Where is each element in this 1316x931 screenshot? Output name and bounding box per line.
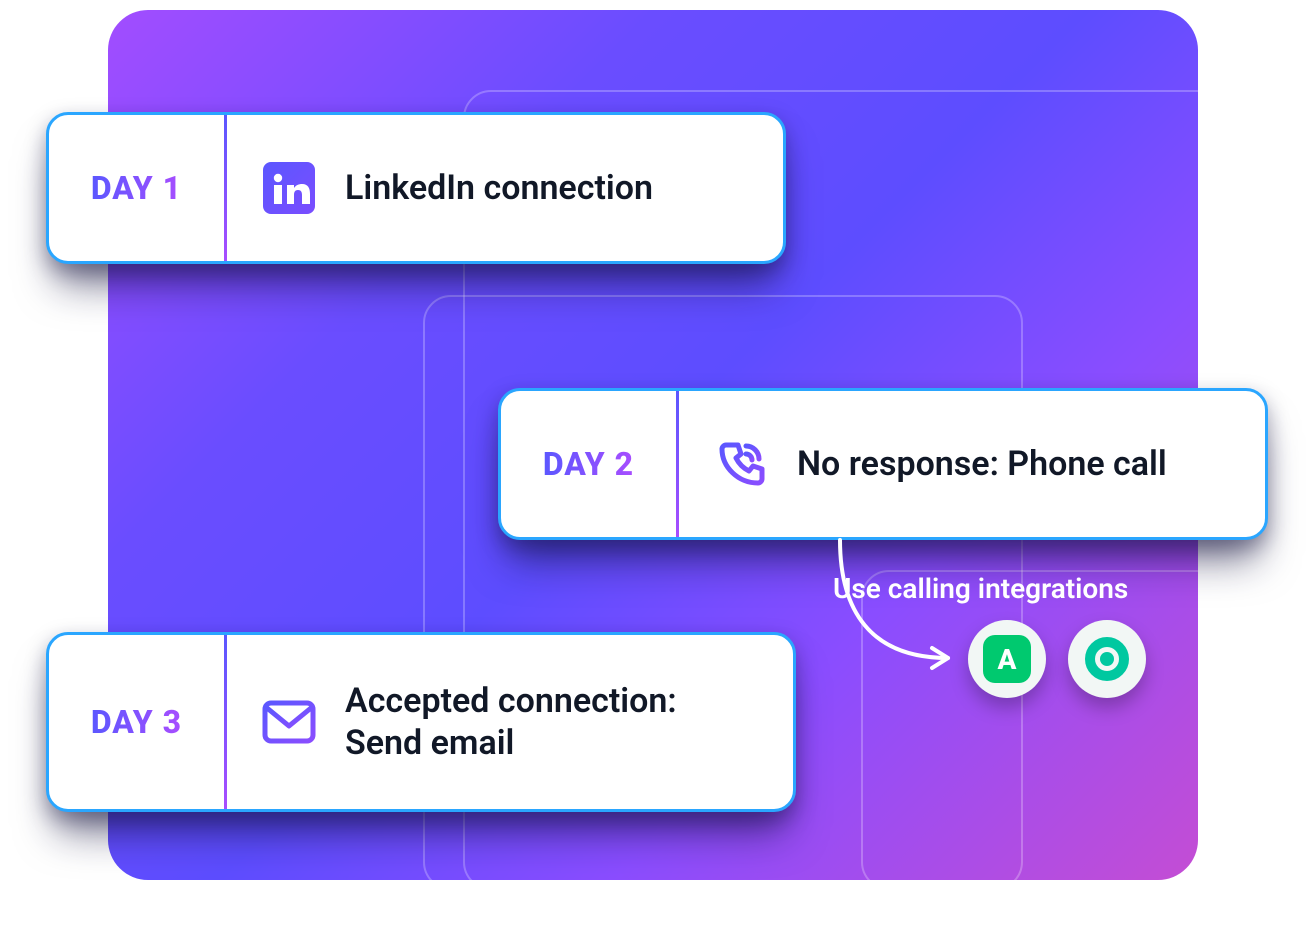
- day-cell: DAY 2: [501, 391, 676, 537]
- step-text: No response: Phone call: [797, 443, 1167, 486]
- email-icon: [261, 694, 317, 750]
- phone-icon: [713, 436, 769, 492]
- step-content: Accepted connection: Send email: [227, 635, 793, 809]
- diagram-stage: DAY 1 LinkedIn connection DAY 2: [0, 0, 1316, 931]
- integration-aircall-icon: A: [968, 620, 1046, 698]
- step-content: LinkedIn connection: [227, 115, 783, 261]
- step-card-day-3: DAY 3 Accepted connection: Send email: [46, 632, 796, 812]
- day-label: DAY 2: [543, 445, 634, 483]
- integration-badges: A: [968, 620, 1146, 698]
- step-card-day-1: DAY 1 LinkedIn connection: [46, 112, 786, 264]
- linkedin-icon: [261, 160, 317, 216]
- day-cell: DAY 3: [49, 635, 224, 809]
- day-cell: DAY 1: [49, 115, 224, 261]
- day-label: DAY 1: [91, 169, 182, 207]
- step-text: LinkedIn connection: [345, 167, 653, 210]
- annotation-arrow: [820, 540, 980, 690]
- step-content: No response: Phone call: [679, 391, 1265, 537]
- integration-cloudtalk-icon: [1068, 620, 1146, 698]
- step-text: Accepted connection: Send email: [345, 680, 759, 765]
- annotation-text: Use calling integrations: [833, 572, 1128, 605]
- step-card-day-2: DAY 2 No response: Phone call: [498, 388, 1268, 540]
- day-label: DAY 3: [91, 703, 182, 741]
